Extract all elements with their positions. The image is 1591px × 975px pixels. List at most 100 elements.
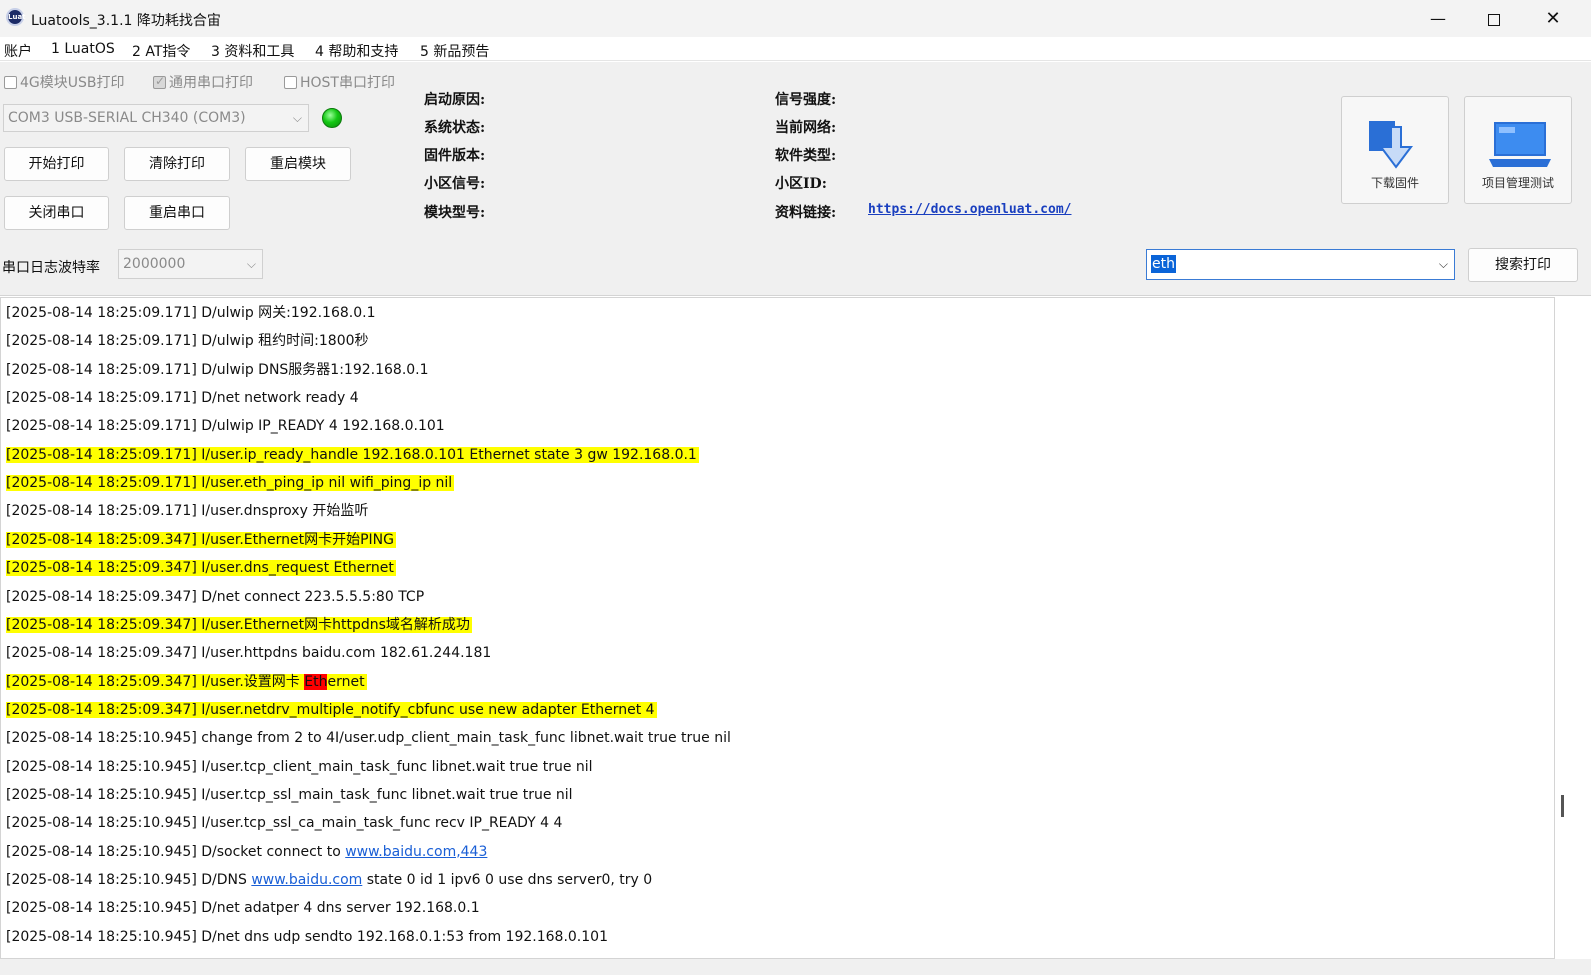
checkbox-box-checked[interactable] [153, 74, 166, 89]
baud-rate-select[interactable]: 2000000 ⌵ [118, 249, 263, 279]
log-line-prefix: [2025-08-14 18:25:09.171] D/ulwip IP_REA… [6, 418, 445, 435]
signal-strength-label: 信号强度: [775, 92, 837, 108]
log-line: [2025-08-14 18:25:09.171] D/net network … [6, 387, 359, 409]
menu-luatos[interactable]: 1 LuatOS [51, 41, 115, 57]
bottom-border [0, 959, 1591, 975]
log-line-prefix: [2025-08-14 18:25:10.945] D/net adatper … [6, 900, 480, 917]
log-line: [2025-08-14 18:25:09.347] I/user.设置网卡 Et… [6, 671, 367, 693]
cell-signal-label: 小区信号: [424, 176, 486, 192]
log-line: [2025-08-14 18:25:09.171] D/ulwip IP_REA… [6, 415, 445, 437]
log-line-text: [2025-08-14 18:25:09.171] D/ulwip DNS服务器… [6, 362, 429, 378]
log-scrollbar[interactable] [1557, 297, 1591, 959]
log-line-highlight: [2025-08-14 18:25:09.347] I/user.Etherne… [6, 531, 396, 548]
log-line: [2025-08-14 18:25:10.945] D/socket conne… [6, 841, 487, 863]
log-line-text: [2025-08-14 18:25:10.945] D/socket conne… [6, 844, 487, 860]
log-line-prefix: [2025-08-14 18:25:09.171] I/user.dnsprox… [6, 503, 369, 520]
log-line-prefix: [2025-08-14 18:25:10.945] D/socket conne… [6, 843, 346, 860]
clear-print-button[interactable]: 清除打印 [124, 147, 230, 181]
log-line: [2025-08-14 18:25:10.945] D/DNS www.baid… [6, 869, 652, 891]
search-print-button[interactable]: 搜索打印 [1468, 248, 1578, 282]
checkbox-host-serial-print[interactable]: HOST串口打印 [284, 72, 395, 92]
checkbox-serial-print[interactable]: 通用串口打印 [153, 72, 253, 92]
log-line-prefix: [2025-08-14 18:25:09.347] I/user.Etherne… [6, 531, 394, 548]
project-test-button[interactable]: 项目管理测试 [1464, 96, 1572, 204]
log-filter-value: eth [1151, 255, 1176, 273]
log-line: [2025-08-14 18:25:09.347] I/user.httpdns… [6, 642, 491, 664]
menu-new-products[interactable]: 5 新品预告 [420, 41, 489, 61]
checkbox-label: 通用串口打印 [169, 75, 253, 91]
log-line-text: [2025-08-14 18:25:09.171] D/ulwip 租约时间:1… [6, 333, 369, 349]
control-panel: 4G模块USB打印 通用串口打印 HOST串口打印 COM3 USB-SERIA… [0, 62, 1591, 296]
download-firmware-button[interactable]: 下载固件 [1341, 96, 1449, 204]
log-line-text: [2025-08-14 18:25:09.347] I/user.httpdns… [6, 645, 491, 661]
checkbox-box[interactable] [4, 76, 17, 89]
log-line: [2025-08-14 18:25:10.945] D/net dns udp … [6, 926, 608, 948]
search-match-highlight: Eth [304, 673, 328, 690]
log-line-text: [2025-08-14 18:25:10.945] D/net dns udp … [6, 929, 608, 945]
menu-at-commands[interactable]: 2 AT指令 [132, 41, 190, 61]
log-line-prefix: [2025-08-14 18:25:10.945] I/user.tcp_ssl… [6, 786, 573, 803]
log-line: [2025-08-14 18:25:10.945] change from 2 … [6, 727, 731, 749]
start-print-button[interactable]: 开始打印 [4, 147, 109, 181]
restart-module-button[interactable]: 重启模块 [245, 147, 351, 181]
laptop-icon [1489, 122, 1551, 167]
log-link[interactable]: www.baidu.com [251, 872, 362, 888]
docs-link[interactable]: https://docs.openluat.com/ [868, 202, 1072, 217]
log-line-highlight: [2025-08-14 18:25:09.347] I/user.设置网卡 Et… [6, 673, 367, 690]
firmware-version-label: 固件版本: [424, 148, 486, 164]
menu-help-support[interactable]: 4 帮助和支持 [315, 41, 398, 61]
log-line-prefix: [2025-08-14 18:25:10.945] D/net dns udp … [6, 928, 608, 945]
log-line-text: [2025-08-14 18:25:09.347] D/net connect … [6, 589, 424, 605]
log-line-prefix: [2025-08-14 18:25:09.347] D/net connect … [6, 588, 425, 605]
log-line-prefix: [2025-08-14 18:25:09.171] D/ulwip 网关:192… [6, 305, 376, 321]
menu-account[interactable]: 账户 [4, 41, 32, 61]
log-line-prefix: [2025-08-14 18:25:09.171] D/ulwip 租约时间:1… [6, 333, 369, 350]
log-line-suffix: ernet [327, 673, 365, 690]
log-line: [2025-08-14 18:25:09.171] I/user.eth_pin… [6, 472, 455, 494]
window-title: Luatools_3.1.1 降功耗找合宙 [31, 13, 221, 29]
maximize-icon [1488, 13, 1500, 26]
checkbox-4g-usb-print[interactable]: 4G模块USB打印 [4, 72, 125, 92]
log-line-highlight: [2025-08-14 18:25:09.347] I/user.dns_req… [6, 560, 396, 577]
download-arrow-icon [1369, 121, 1413, 169]
log-line-prefix: [2025-08-14 18:25:10.945] I/user.tcp_ssl… [6, 815, 563, 832]
software-type-label: 软件类型: [775, 148, 837, 164]
close-button[interactable]: ✕ [1530, 0, 1576, 37]
log-line-text: [2025-08-14 18:25:10.945] D/DNS www.baid… [6, 872, 652, 888]
log-line-text: [2025-08-14 18:25:10.945] I/user.tcp_cli… [6, 759, 593, 775]
chevron-down-icon: ⌵ [1438, 257, 1448, 271]
log-line: [2025-08-14 18:25:09.171] D/ulwip 网关:192… [6, 302, 376, 324]
maximize-button[interactable] [1471, 0, 1517, 37]
log-line: [2025-08-14 18:25:09.171] I/user.ip_read… [6, 444, 699, 466]
log-line: [2025-08-14 18:25:10.945] I/user.tcp_cli… [6, 756, 593, 778]
checkbox-box[interactable] [284, 76, 297, 89]
checkbox-label: HOST串口打印 [300, 75, 395, 91]
log-line: [2025-08-14 18:25:09.347] I/user.Etherne… [6, 529, 396, 551]
log-line-prefix: [2025-08-14 18:25:10.945] change from 2 … [6, 730, 731, 747]
system-status-label: 系统状态: [424, 120, 486, 136]
close-port-button[interactable]: 关闭串口 [4, 196, 109, 230]
log-line-prefix: [2025-08-14 18:25:09.347] I/user.httpdns… [6, 645, 492, 662]
log-link[interactable]: www.baidu.com,443 [345, 844, 487, 860]
project-test-label: 项目管理测试 [1481, 176, 1554, 190]
baud-rate-value: 2000000 [123, 256, 186, 272]
log-line-prefix: [2025-08-14 18:25:09.347] I/user.dns_req… [6, 560, 394, 577]
log-line-highlight: [2025-08-14 18:25:09.347] I/user.Etherne… [6, 616, 472, 633]
log-line-text: [2025-08-14 18:25:10.945] I/user.tcp_ssl… [6, 787, 573, 803]
log-line-prefix: [2025-08-14 18:25:09.171] I/user.ip_read… [6, 446, 697, 463]
minimize-button[interactable]: — [1415, 0, 1461, 37]
log-line: [2025-08-14 18:25:10.945] I/user.tcp_ssl… [6, 812, 562, 834]
scroll-thumb[interactable] [1561, 795, 1564, 817]
restart-port-button[interactable]: 重启串口 [124, 196, 230, 230]
log-line: [2025-08-14 18:25:09.347] I/user.netdrv_… [6, 699, 657, 721]
log-line-text: [2025-08-14 18:25:09.171] D/ulwip IP_REA… [6, 418, 445, 434]
log-output[interactable]: [2025-08-14 18:25:09.171] D/ulwip 网关:192… [0, 297, 1555, 959]
menu-resources-tools[interactable]: 3 资料和工具 [211, 41, 294, 61]
log-line-prefix: [2025-08-14 18:25:10.945] I/user.tcp_cli… [6, 758, 593, 775]
cell-id-label: 小区ID: [775, 176, 827, 192]
docs-link-label: 资料链接: [775, 205, 837, 221]
com-port-select[interactable]: COM3 USB-SERIAL CH340 (COM3) ⌵ [3, 104, 309, 132]
log-line: [2025-08-14 18:25:09.347] I/user.Etherne… [6, 614, 472, 636]
log-filter-input[interactable]: eth ⌵ [1146, 249, 1455, 280]
log-line-text: [2025-08-14 18:25:10.945] I/user.tcp_ssl… [6, 815, 562, 831]
